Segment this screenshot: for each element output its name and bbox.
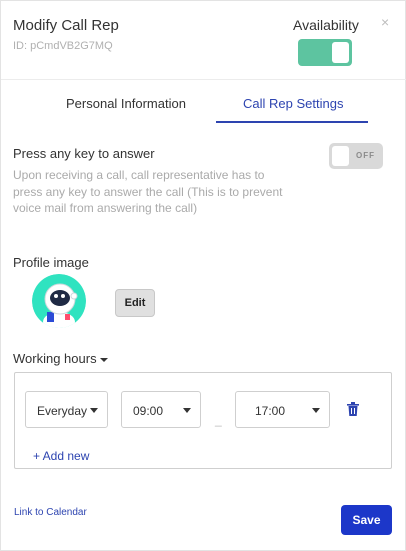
panel-title: Modify Call Rep <box>13 17 119 34</box>
tab-call-rep-settings[interactable]: Call Rep Settings <box>243 96 343 111</box>
edit-profile-image-button[interactable]: Edit <box>115 289 155 317</box>
avatar <box>32 274 86 328</box>
caret-down-icon <box>99 357 108 362</box>
availability-toggle-knob <box>332 42 349 63</box>
profile-image-title: Profile image <box>13 255 89 270</box>
press-any-key-toggle[interactable]: OFF <box>329 143 383 169</box>
press-any-key-toggle-knob <box>332 146 349 166</box>
dropdown-arrow-icon <box>183 408 191 413</box>
day-select-value: Everyday <box>37 404 88 418</box>
add-new-hours-link[interactable]: + Add new <box>33 449 89 463</box>
press-any-key-description: Upon receiving a call, call representati… <box>13 168 283 215</box>
dropdown-arrow-icon <box>312 408 320 413</box>
trash-icon[interactable] <box>347 402 359 416</box>
header-divider <box>1 79 406 80</box>
working-hours-title: Working hours <box>13 351 97 366</box>
toggle-off-text: OFF <box>356 151 375 160</box>
modify-call-rep-panel: Modify Call Rep ID: pCmdVB2G7MQ Availabi… <box>0 0 406 551</box>
active-tab-indicator <box>216 121 368 123</box>
availability-toggle[interactable] <box>298 39 352 66</box>
link-to-calendar-link[interactable]: Link to Calendar <box>14 507 87 518</box>
astronaut-avatar-icon <box>32 274 86 328</box>
close-icon[interactable]: × <box>381 15 389 29</box>
end-time-select[interactable]: 17:00 <box>235 391 330 428</box>
time-range-separator: _ <box>215 413 222 427</box>
start-time-value: 09:00 <box>133 404 164 418</box>
availability-label: Availability <box>293 17 359 33</box>
working-hours-dropdown[interactable]: Working hours <box>13 351 108 366</box>
end-time-value: 17:00 <box>255 404 286 418</box>
dropdown-arrow-icon <box>90 408 98 413</box>
day-select[interactable]: Everyday <box>25 391 108 428</box>
tab-personal-information[interactable]: Personal Information <box>66 96 186 111</box>
call-rep-id: ID: pCmdVB2G7MQ <box>13 40 113 52</box>
press-any-key-title: Press any key to answer <box>13 146 155 161</box>
start-time-select[interactable]: 09:00 <box>121 391 201 428</box>
save-button[interactable]: Save <box>341 505 392 535</box>
